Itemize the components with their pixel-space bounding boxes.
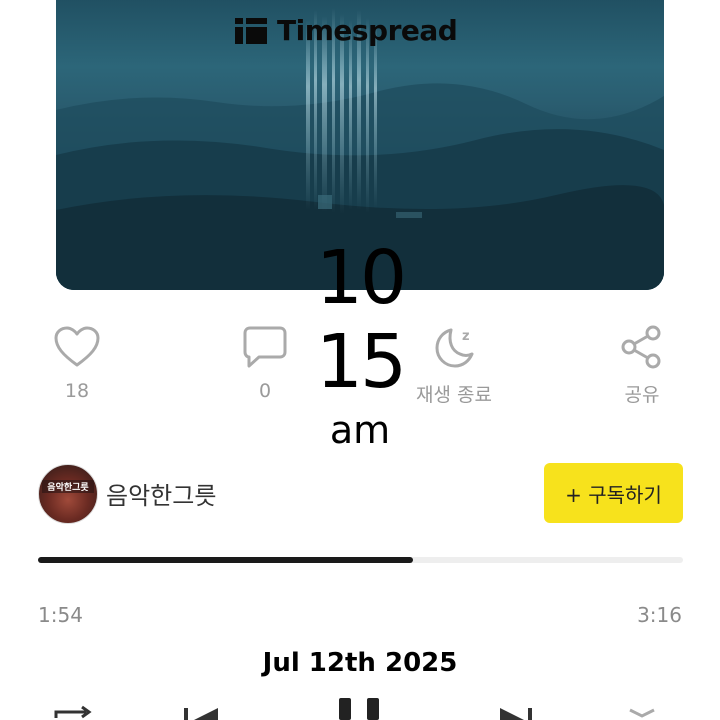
next-icon[interactable] <box>494 700 538 720</box>
repeat-icon[interactable] <box>52 700 96 720</box>
clock-minute: 15 <box>315 319 407 405</box>
subscribe-label: + 구독하기 <box>565 482 662 507</box>
progress-fill <box>38 557 414 563</box>
playlist-icon[interactable] <box>622 700 666 720</box>
clock-ampm: am <box>329 408 391 452</box>
pause-icon[interactable] <box>335 698 385 720</box>
channel-name[interactable]: 음악한그릇 <box>106 476 216 511</box>
channel-avatar[interactable]: 음악한그릇 <box>38 464 98 524</box>
brand-logo-icon <box>235 17 267 44</box>
progress-bar[interactable] <box>38 557 683 563</box>
brand-name: Timespread <box>277 14 458 47</box>
clock-date: Jul 12th 2025 <box>262 648 458 678</box>
avatar-logo-text: 음악한그릇 <box>42 480 94 493</box>
subscribe-button[interactable]: + 구독하기 <box>544 463 683 523</box>
clock-hour: 10 <box>315 235 407 321</box>
elapsed-time: 1:54 <box>38 603 83 627</box>
previous-icon[interactable] <box>180 700 224 720</box>
total-time: 3:16 <box>637 603 682 627</box>
brand-watermark: Timespread <box>235 14 458 47</box>
